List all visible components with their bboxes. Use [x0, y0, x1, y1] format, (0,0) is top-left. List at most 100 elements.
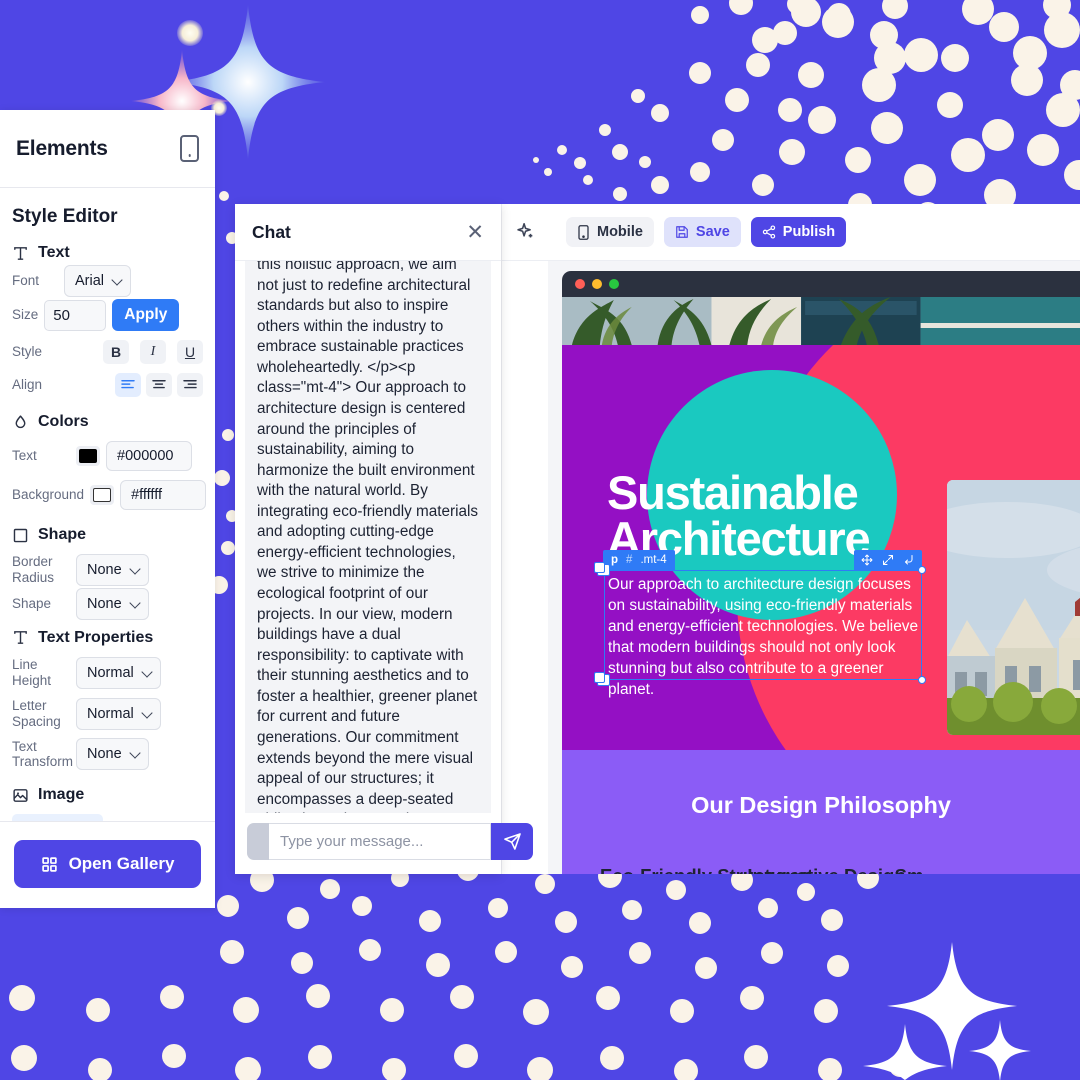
chat-header: Chat ✕: [235, 204, 501, 261]
choose-file-button[interactable]: Choose file: [12, 814, 103, 821]
send-icon: [503, 833, 521, 850]
background-color-label: Background: [12, 487, 85, 503]
open-gallery-button[interactable]: Open Gallery: [14, 840, 201, 888]
shape-label: Shape: [12, 595, 52, 611]
elements-panel: Elements Style Editor Text Font Arial Si…: [0, 110, 215, 908]
publish-label: Publish: [782, 224, 836, 240]
selected-element-overlay[interactable]: p # .mt-4 Our approach to architecture d…: [594, 550, 926, 698]
text-transform-row: Text Transform None: [12, 738, 203, 771]
align-row: Align: [12, 373, 203, 397]
save-button[interactable]: Save: [663, 217, 741, 247]
line-height-row: Line Height Normal: [12, 656, 203, 689]
text-color-swatch[interactable]: [76, 446, 100, 466]
underline-button[interactable]: U: [177, 340, 203, 364]
text-transform-label: Text Transform: [12, 738, 74, 770]
letter-spacing-row: Letter Spacing Normal: [12, 697, 203, 730]
shape-select[interactable]: None: [76, 587, 149, 620]
letter-spacing-label: Letter Spacing: [12, 697, 61, 729]
chat-message-list[interactable]: this holistic approach, we aim not just …: [235, 261, 501, 813]
chat-panel: Chat ✕ this holistic approach, we aim no…: [235, 204, 533, 874]
square-icon: [13, 528, 28, 542]
chat-composer: [235, 813, 533, 874]
font-select[interactable]: Arial: [64, 265, 132, 297]
selection-tag-element: p: [611, 554, 619, 566]
text-transform-select[interactable]: None: [76, 738, 149, 771]
border-radius-select[interactable]: None: [76, 553, 149, 586]
selected-paragraph-text: Our approach to architecture design focu…: [608, 576, 919, 699]
website-preview: Sustainable Architecture p # .mt-4 Our a…: [562, 297, 1080, 874]
resize-icon[interactable]: [882, 554, 894, 566]
letter-spacing-select[interactable]: Normal: [76, 697, 161, 730]
border-radius-row: Border Radius None: [12, 553, 203, 586]
align-button-group: [115, 373, 203, 397]
mobile-preview-button[interactable]: Mobile: [566, 217, 654, 247]
text-color-row: Text: [12, 441, 203, 471]
file-picker-row: Choose file No file chosen: [12, 814, 203, 821]
apply-button[interactable]: Apply: [112, 299, 180, 331]
hero-banner-photo: [562, 297, 1080, 345]
preview-canvas[interactable]: Sustainable Architecture p # .mt-4 Our a…: [548, 261, 1080, 874]
background-color-swatch[interactable]: [90, 485, 115, 505]
editor-window: Mobile Save Publish Sustainable Architec…: [548, 204, 1080, 874]
section-label-text-properties: Text Properties: [38, 628, 154, 646]
send-button[interactable]: [491, 823, 533, 860]
border-radius-label: Border Radius: [12, 554, 55, 585]
save-label: Save: [695, 224, 730, 240]
section-header-text: Text: [12, 244, 203, 262]
philosophy-card: Innovative Design Combining cutting-edge: [747, 865, 905, 874]
size-label: Size: [12, 307, 39, 323]
text-color-hex-input[interactable]: [106, 441, 192, 471]
ai-sidebar-rail: [501, 204, 548, 874]
style-editor: Style Editor Text Font Arial Size Apply …: [0, 188, 215, 822]
section-header-text-properties: Text Properties: [12, 629, 203, 647]
hero-section: Sustainable Architecture p # .mt-4 Our a…: [562, 345, 1080, 750]
browser-frame: Sustainable Architecture p # .mt-4 Our a…: [562, 271, 1080, 874]
philosophy-title: Our Design Philosophy: [691, 792, 951, 818]
resize-handle-top-right[interactable]: [918, 566, 926, 574]
align-right-icon[interactable]: [177, 373, 203, 397]
italic-button[interactable]: I: [140, 340, 166, 364]
text-type-icon: [14, 246, 27, 260]
ai-assistant-button[interactable]: [502, 204, 548, 261]
bold-button[interactable]: B: [103, 340, 129, 364]
hero-side-photo: [947, 480, 1080, 735]
align-center-icon[interactable]: [146, 373, 172, 397]
mobile-icon: [578, 224, 589, 240]
chat-message-bubble: this holistic approach, we aim not just …: [245, 261, 491, 813]
font-label: Font: [12, 273, 40, 289]
section-header-colors: Colors: [12, 413, 203, 431]
open-gallery-label: Open Gallery: [68, 854, 175, 873]
philosophy-card: Sm Wit: [895, 865, 1042, 874]
philosophy-card-list: Eco-Friendly Structures We integrate sus…: [562, 865, 1080, 874]
move-icon[interactable]: [861, 554, 873, 566]
publish-button[interactable]: Publish: [750, 217, 847, 247]
lock-handle-bottom-left[interactable]: [594, 672, 610, 686]
size-input[interactable]: [44, 299, 107, 331]
image-icon: [13, 789, 28, 802]
resize-handle-bottom-right[interactable]: [918, 676, 926, 684]
traffic-light-close[interactable]: [575, 279, 585, 289]
selection-tag-class: .mt-4: [640, 554, 667, 566]
traffic-light-maximize[interactable]: [609, 279, 619, 289]
grid-icon: [41, 856, 57, 872]
style-row: Style B I U: [12, 340, 203, 364]
design-philosophy-section: Our Design Philosophy Eco-Friendly Struc…: [562, 750, 1080, 874]
lock-handle-top-left[interactable]: [594, 562, 610, 576]
card-heading: Eco-Friendly Structures: [600, 865, 810, 874]
close-icon[interactable]: ✕: [466, 222, 484, 243]
section-label-image: Image: [38, 786, 85, 804]
message-input[interactable]: [269, 823, 491, 860]
align-label: Align: [12, 377, 43, 393]
mobile-label: Mobile: [597, 224, 643, 240]
align-left-icon[interactable]: [115, 373, 141, 397]
share-icon: [762, 225, 775, 239]
background-color-hex-input[interactable]: [120, 480, 207, 510]
mobile-icon[interactable]: [180, 135, 199, 162]
line-height-label: Line Height: [12, 656, 52, 688]
rotate-icon[interactable]: [903, 554, 915, 566]
line-height-select[interactable]: Normal: [76, 656, 161, 689]
gallery-footer: Open Gallery: [0, 822, 215, 908]
attachment-icon[interactable]: [247, 823, 269, 860]
traffic-light-minimize[interactable]: [592, 279, 602, 289]
text-type-icon: [14, 631, 27, 645]
